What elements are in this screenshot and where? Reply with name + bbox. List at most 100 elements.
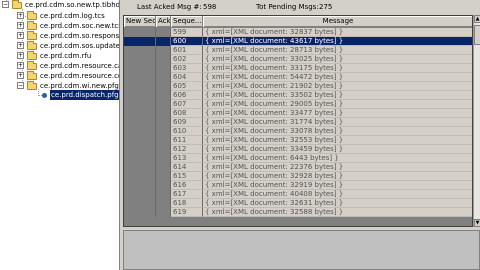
message-cell: { xml=[XML document: 32631 bytes] } <box>203 199 472 208</box>
expand-icon[interactable]: + <box>17 52 24 59</box>
table-row[interactable]: 603{ xml=[XML document: 33175 bytes] } <box>124 64 472 73</box>
new-seq-cell <box>124 145 156 154</box>
new-seq-cell <box>124 73 156 82</box>
table-row[interactable]: 619{ xml=[XML document: 32588 bytes] } <box>124 208 472 217</box>
new-seq-cell <box>124 55 156 64</box>
sequence-cell: 618 <box>171 199 203 208</box>
table-row[interactable]: 617{ xml=[XML document: 40408 bytes] } <box>124 190 472 199</box>
last-acked-label: Last Acked Msg #: <box>137 3 202 11</box>
expand-icon[interactable]: + <box>17 32 24 39</box>
table-row[interactable]: 601{ xml=[XML document: 28713 bytes] } <box>124 46 472 55</box>
sequence-cell: 602 <box>171 55 203 64</box>
tree-item-label: ce.prd.cdm.so.response <box>40 32 120 40</box>
expand-icon[interactable]: + <box>17 62 24 69</box>
tree-item-label: ce.prd.cdm.resource.cancel <box>40 62 119 70</box>
queue-tree[interactable]: − ce.prd.cdm.so.new.tp.tibhdapp + ce.prd… <box>0 0 120 270</box>
sequence-cell: 615 <box>171 172 203 181</box>
ack-cell <box>156 190 171 199</box>
tot-pending-label: Tot Pending Msgs: <box>256 3 319 11</box>
message-cell: { xml=[XML document: 33175 bytes] } <box>203 64 472 73</box>
tree-item-label: ce.prd.cdm.log.tcs <box>40 12 105 20</box>
table-row-selected[interactable]: 600{ xml=[XML document: 43617 bytes] } <box>124 37 472 46</box>
message-cell: { xml=[XML document: 33078 bytes] } <box>203 127 472 136</box>
table-row[interactable]: 614{ xml=[XML document: 22376 bytes] } <box>124 163 472 172</box>
ack-cell <box>156 136 171 145</box>
ack-cell <box>156 73 171 82</box>
message-cell: { xml=[XML document: 33477 bytes] } <box>203 109 472 118</box>
sequence-cell: 603 <box>171 64 203 73</box>
message-grid[interactable]: New Seq Ack Seque... Message 599{ xml=[X… <box>123 15 473 227</box>
table-row[interactable]: 608{ xml=[XML document: 33477 bytes] } <box>124 109 472 118</box>
new-seq-cell <box>124 172 156 181</box>
table-row[interactable]: 612{ xml=[XML document: 33459 bytes] } <box>124 145 472 154</box>
ack-cell <box>156 154 171 163</box>
scrollbar-thumb[interactable] <box>474 25 480 45</box>
sequence-cell: 605 <box>171 82 203 91</box>
ack-cell <box>156 91 171 100</box>
vertical-scrollbar[interactable]: ▲ ▼ <box>473 15 480 227</box>
folder-icon <box>27 21 37 30</box>
expand-icon[interactable]: + <box>17 72 24 79</box>
table-row[interactable]: 611{ xml=[XML document: 32553 bytes] } <box>124 136 472 145</box>
column-header-message[interactable]: Message <box>203 16 472 27</box>
sequence-cell: 604 <box>171 73 203 82</box>
expand-icon[interactable]: + <box>17 22 24 29</box>
column-header-ack[interactable]: Ack <box>156 16 171 27</box>
arrow-up-icon[interactable]: ▲ <box>474 15 480 23</box>
ack-cell <box>156 100 171 109</box>
table-row[interactable]: 609{ xml=[XML document: 31774 bytes] } <box>124 118 472 127</box>
new-seq-cell <box>124 208 156 217</box>
collapse-icon[interactable]: − <box>17 82 24 89</box>
folder-icon <box>27 61 37 70</box>
expand-icon[interactable]: + <box>17 12 24 19</box>
column-header-sequence[interactable]: Seque... <box>171 16 203 27</box>
ack-cell <box>156 199 171 208</box>
folder-icon <box>27 71 37 80</box>
ack-cell <box>156 55 171 64</box>
collapse-icon[interactable]: − <box>2 1 9 8</box>
folder-icon <box>27 41 37 50</box>
table-row[interactable]: 607{ xml=[XML document: 29005 bytes] } <box>124 100 472 109</box>
sequence-cell: 610 <box>171 127 203 136</box>
tree-item-label: ce.prd.cdm.rfu <box>40 52 92 60</box>
arrow-down-icon[interactable]: ▼ <box>474 219 480 227</box>
new-seq-cell <box>124 91 156 100</box>
tree-item-label: ce.prd.cdm.soc.new.tcs <box>40 22 120 30</box>
last-acked-value: 598 <box>203 3 217 11</box>
ack-cell <box>156 172 171 181</box>
ack-cell <box>156 37 171 46</box>
ack-cell <box>156 118 171 127</box>
ack-cell <box>156 181 171 190</box>
ack-cell <box>156 145 171 154</box>
tree-item-label: ce.prd.dispatch.pfg.add <box>50 90 119 100</box>
message-cell: { xml=[XML document: 54472 bytes] } <box>203 73 472 82</box>
message-detail-pane[interactable] <box>123 230 480 270</box>
ack-cell <box>156 208 171 217</box>
message-cell: { xml=[XML document: 43617 bytes] } <box>203 37 472 46</box>
column-header-new-seq[interactable]: New Seq <box>124 16 156 27</box>
message-cell: { xml=[XML document: 28713 bytes] } <box>203 46 472 55</box>
new-seq-cell <box>124 28 156 37</box>
sequence-cell: 606 <box>171 91 203 100</box>
table-row[interactable]: 615{ xml=[XML document: 32928 bytes] } <box>124 172 472 181</box>
message-cell: { xml=[XML document: 40408 bytes] } <box>203 190 472 199</box>
message-cell: { xml=[XML document: 31774 bytes] } <box>203 118 472 127</box>
expand-icon[interactable]: + <box>17 42 24 49</box>
folder-icon <box>27 11 37 20</box>
table-row[interactable]: 599{ xml=[XML document: 32837 bytes] } <box>124 28 472 37</box>
table-row[interactable]: 604{ xml=[XML document: 54472 bytes] } <box>124 73 472 82</box>
table-row[interactable]: 613{ xml=[XML document: 6443 bytes] } <box>124 154 472 163</box>
table-row[interactable]: 618{ xml=[XML document: 32631 bytes] } <box>124 199 472 208</box>
message-cell: { xml=[XML document: 22376 bytes] } <box>203 163 472 172</box>
ack-cell <box>156 64 171 73</box>
table-row[interactable]: 605{ xml=[XML document: 21902 bytes] } <box>124 82 472 91</box>
sequence-cell: 608 <box>171 109 203 118</box>
table-row[interactable]: 606{ xml=[XML document: 33502 bytes] } <box>124 91 472 100</box>
sequence-cell: 617 <box>171 190 203 199</box>
message-cell: { xml=[XML document: 21902 bytes] } <box>203 82 472 91</box>
table-row[interactable]: 602{ xml=[XML document: 33025 bytes] } <box>124 55 472 64</box>
sequence-cell: 612 <box>171 145 203 154</box>
message-cell: { xml=[XML document: 32928 bytes] } <box>203 172 472 181</box>
table-row[interactable]: 610{ xml=[XML document: 33078 bytes] } <box>124 127 472 136</box>
table-row[interactable]: 616{ xml=[XML document: 32919 bytes] } <box>124 181 472 190</box>
